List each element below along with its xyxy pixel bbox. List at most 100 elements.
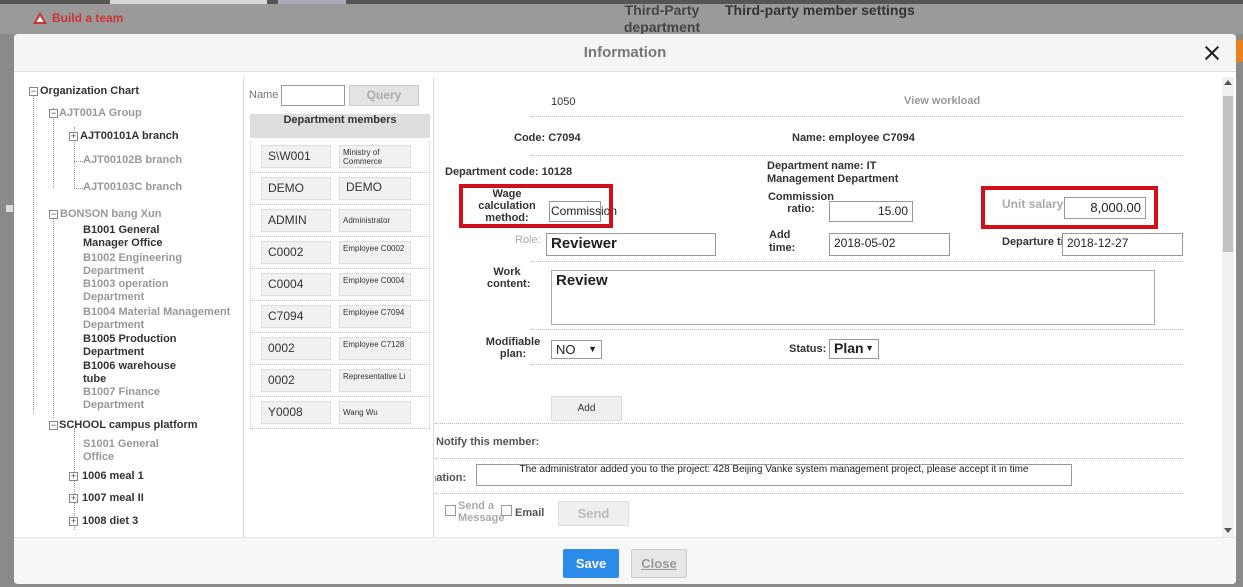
collapse-icon[interactable]: − <box>49 109 58 118</box>
send-message-checkbox[interactable] <box>445 505 456 516</box>
divider <box>435 493 1183 494</box>
background-checkbox[interactable] <box>5 204 14 213</box>
member-row[interactable]: C0002 Employee C0002 <box>251 237 429 269</box>
brand-name[interactable]: Build a team <box>52 11 123 25</box>
status-select[interactable]: Plan ▼ <box>829 339 879 359</box>
role-label: Role: <box>515 234 541 246</box>
tree-node[interactable]: S1001 General Office <box>83 438 173 464</box>
modifiable-plan-value: NO <box>556 342 576 357</box>
record-id: 1050 <box>551 96 576 108</box>
work-content-label: Work content: <box>487 266 531 290</box>
expand-icon[interactable]: + <box>69 517 78 526</box>
member-name[interactable]: Ministry of Commerce <box>339 145 411 168</box>
expand-icon[interactable]: + <box>69 472 78 481</box>
divider <box>531 116 1183 117</box>
work-content-textarea[interactable]: Review <box>551 270 1155 325</box>
send-button[interactable]: Send <box>558 501 629 526</box>
members-header: Department members <box>250 114 430 138</box>
member-row[interactable]: C0004 Employee C0004 <box>251 269 429 301</box>
tree-connector <box>74 161 83 162</box>
dialog-title: Information <box>14 34 1236 72</box>
scroll-down-icon[interactable] <box>1224 528 1232 533</box>
tree-node[interactable]: B1007 Finance Department <box>83 386 188 412</box>
role-input[interactable]: Reviewer <box>546 233 716 256</box>
collapse-icon[interactable]: − <box>49 421 58 430</box>
member-name[interactable]: Employee C7128 <box>339 337 411 360</box>
commission-ratio-input[interactable]: 15.00 <box>829 201 913 222</box>
status-label: Status: <box>789 343 827 355</box>
organization-tree: − Organization Chart − AJT001A Group + A… <box>14 77 244 537</box>
tree-node[interactable]: BONSON bang Xun <box>60 208 161 221</box>
member-name[interactable]: DEMO <box>339 177 411 200</box>
background-tab[interactable] <box>110 0 267 4</box>
query-button[interactable]: Query <box>349 85 419 106</box>
collapse-icon[interactable]: − <box>29 87 38 96</box>
name-filter-input[interactable] <box>281 85 345 106</box>
member-name[interactable]: Representative Li <box>339 369 411 392</box>
member-name[interactable]: Administrator <box>339 209 411 232</box>
member-row[interactable]: S\W001 Ministry of Commerce <box>251 141 429 173</box>
tree-node[interactable]: B1003 operation Department <box>83 278 203 304</box>
departure-time-input[interactable]: 2018-12-27 <box>1062 233 1183 256</box>
tree-node[interactable]: B1002 Engineering Department <box>83 252 203 278</box>
tree-root[interactable]: Organization Chart <box>40 85 139 98</box>
dropdown-arrow-icon: ▼ <box>865 343 874 353</box>
tree-node[interactable]: B1006 warehouse tube <box>83 360 188 386</box>
tree-node[interactable]: 1007 meal II <box>82 492 144 505</box>
background-tab[interactable] <box>278 0 346 4</box>
close-icon[interactable] <box>1204 45 1220 61</box>
tree-node[interactable]: AJT00101A branch <box>80 130 179 143</box>
dialog-footer: Save Close <box>14 537 1236 584</box>
tree-connector <box>33 93 34 413</box>
member-name[interactable]: Wang Wu <box>339 401 411 424</box>
member-row[interactable]: DEMO DEMO <box>251 173 429 205</box>
member-code[interactable]: C0004 <box>261 273 331 296</box>
add-button[interactable]: Add <box>551 396 622 421</box>
tree-node[interactable]: AJT00103C branch <box>83 181 182 194</box>
member-row[interactable]: C7094 Employee C7094 <box>251 301 429 333</box>
member-row[interactable]: ADMIN Administrator <box>251 205 429 237</box>
member-row[interactable]: Y0008 Wang Wu <box>251 397 429 429</box>
member-code[interactable]: C7094 <box>261 305 331 328</box>
dropdown-arrow-icon: ▼ <box>588 344 597 354</box>
tree-node[interactable]: B1004 Material Management Department <box>83 306 243 332</box>
member-code[interactable]: DEMO <box>261 177 331 200</box>
save-button[interactable]: Save <box>563 549 619 578</box>
member-code[interactable]: S\W001 <box>261 145 331 168</box>
tree-node[interactable]: B1001 General Manager Office <box>83 224 203 250</box>
information-dialog: Information − Organization Chart − AJT00… <box>14 34 1236 584</box>
tree-node[interactable]: AJT001A Group <box>59 107 142 120</box>
member-name[interactable]: Employee C0004 <box>339 273 411 296</box>
member-name[interactable]: Employee C7094 <box>339 305 411 328</box>
email-label: Email <box>515 507 545 519</box>
divider <box>531 329 1183 330</box>
tree-node[interactable]: SCHOOL campus platform <box>59 419 198 432</box>
member-code[interactable]: 0002 <box>261 337 331 360</box>
expand-icon[interactable]: + <box>69 494 78 503</box>
highlight-box <box>981 186 1158 229</box>
member-code[interactable]: 0002 <box>261 369 331 392</box>
add-time-label: Add time: <box>769 229 796 254</box>
scroll-up-icon[interactable] <box>1224 80 1232 85</box>
member-code[interactable]: C0002 <box>261 241 331 264</box>
collapse-icon[interactable]: − <box>49 210 58 219</box>
email-checkbox[interactable] <box>501 505 512 516</box>
form-scrollbar[interactable] <box>1222 77 1234 537</box>
tree-node[interactable]: 1008 diet 3 <box>82 515 138 528</box>
add-time-input[interactable]: 2018-05-02 <box>829 233 950 256</box>
information-input[interactable]: The administrator added you to the proje… <box>476 464 1072 486</box>
close-button[interactable]: Close <box>631 549 687 578</box>
modifiable-plan-select[interactable]: NO ▼ <box>551 340 602 359</box>
tree-node[interactable]: 1006 meal 1 <box>82 470 144 483</box>
expand-icon[interactable]: + <box>69 132 78 141</box>
view-workload-link[interactable]: View workload <box>904 95 980 107</box>
tree-node[interactable]: B1005 Production Department <box>83 333 203 359</box>
status-value: Plan <box>834 340 864 356</box>
tree-node[interactable]: AJT00102B branch <box>83 154 182 167</box>
scroll-thumb[interactable] <box>1223 96 1233 252</box>
member-code[interactable]: ADMIN <box>261 209 331 232</box>
member-row[interactable]: 0002 Representative Li <box>251 365 429 397</box>
member-row[interactable]: 0002 Employee C7128 <box>251 333 429 365</box>
member-name[interactable]: Employee C0002 <box>339 241 411 264</box>
member-code[interactable]: Y0008 <box>261 401 331 424</box>
